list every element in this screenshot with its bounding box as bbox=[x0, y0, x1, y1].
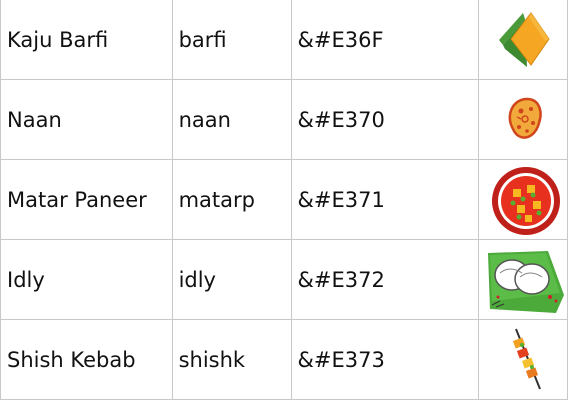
table-row: Idly idly &#E372 bbox=[0, 239, 568, 320]
glyph-code: idly bbox=[171, 239, 292, 320]
glyph-cell bbox=[478, 319, 568, 400]
glyph-entity: &#E373 bbox=[290, 319, 480, 400]
glyph-entity: &#E36F bbox=[290, 0, 480, 80]
food-name: Shish Kebab bbox=[0, 319, 173, 400]
food-name: Matar Paneer bbox=[0, 159, 173, 240]
glyph-cell bbox=[478, 159, 568, 240]
table-row: Shish Kebab shishk &#E373 bbox=[0, 319, 568, 400]
food-name: Idly bbox=[0, 239, 173, 320]
glyph-entity: &#E371 bbox=[290, 159, 480, 240]
naan-icon bbox=[508, 97, 542, 139]
glyph-code: naan bbox=[171, 79, 292, 160]
glyph-entity: &#E370 bbox=[290, 79, 480, 160]
glyph-code: barfi bbox=[171, 0, 292, 80]
shish-kebab-icon bbox=[512, 328, 541, 389]
table-row: Kaju Barfi barfi &#E36F bbox=[0, 0, 568, 80]
glyph-cell bbox=[478, 79, 568, 160]
idly-icon bbox=[488, 250, 565, 313]
food-glyph-table: Kaju Barfi barfi &#E36F Naan naan &#E370 bbox=[0, 0, 568, 400]
glyph-cell bbox=[478, 239, 568, 320]
matar-paneer-icon bbox=[492, 166, 561, 235]
food-name: Kaju Barfi bbox=[0, 0, 173, 80]
food-name: Naan bbox=[0, 79, 173, 160]
glyph-code: shishk bbox=[171, 319, 292, 400]
kaju-barfi-icon bbox=[499, 11, 550, 67]
glyph-entity: &#E372 bbox=[290, 239, 480, 320]
glyph-cell bbox=[478, 0, 568, 80]
table-row: Matar Paneer matarp &#E371 bbox=[0, 159, 568, 240]
glyph-code: matarp bbox=[171, 159, 292, 240]
table-row: Naan naan &#E370 bbox=[0, 79, 568, 160]
